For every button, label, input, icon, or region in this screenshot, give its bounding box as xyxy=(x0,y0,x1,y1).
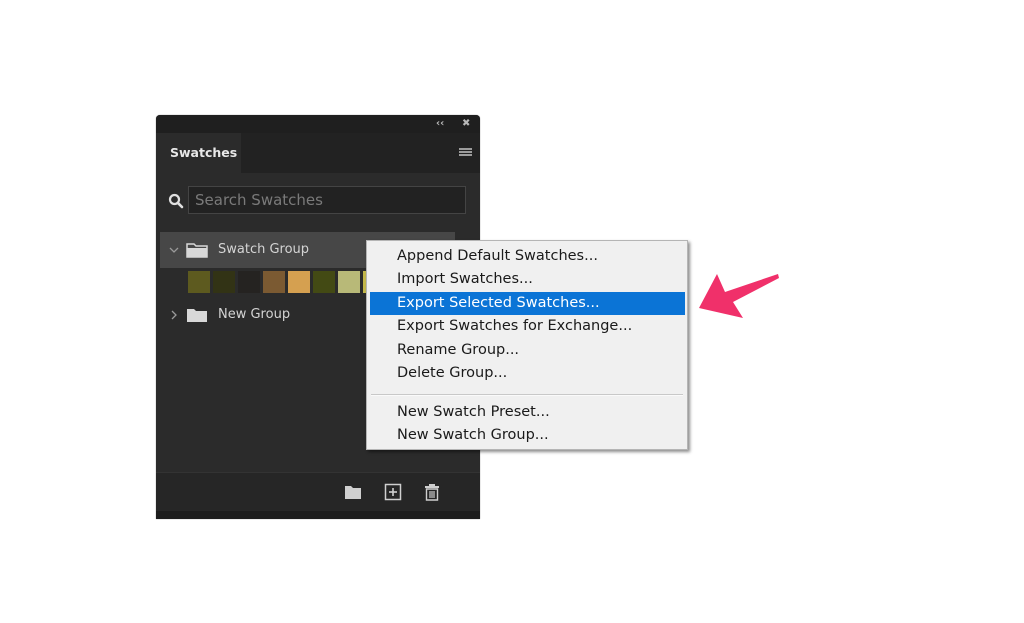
close-icon[interactable]: ✖ xyxy=(462,118,470,130)
menu-item-append-default-swatches[interactable]: Append Default Swatches... xyxy=(370,245,685,268)
swatch-strip xyxy=(188,271,388,293)
menu-separator xyxy=(371,394,683,396)
swatch-2[interactable] xyxy=(238,271,260,293)
new-swatch-icon[interactable] xyxy=(384,483,402,501)
search-input[interactable] xyxy=(189,187,465,213)
context-menu: Append Default Swatches... Import Swatch… xyxy=(366,240,688,450)
tab-swatches[interactable]: Swatches xyxy=(156,133,241,173)
collapse-icon[interactable]: ‹‹ xyxy=(436,118,444,130)
annotation-arrow-icon xyxy=(699,274,779,318)
panel-titlebar: ‹‹ ✖ xyxy=(156,115,480,133)
swatch-6[interactable] xyxy=(338,271,360,293)
panel-tabbar: Swatches xyxy=(156,133,480,173)
group-label: New Group xyxy=(218,307,291,322)
search-icon xyxy=(168,193,184,209)
panel-footer xyxy=(156,472,480,512)
menu-item-export-selected-swatches[interactable]: Export Selected Swatches... xyxy=(370,292,685,315)
menu-item-export-swatches-for-exchange[interactable]: Export Swatches for Exchange... xyxy=(370,315,685,338)
chevron-down-icon[interactable] xyxy=(168,244,180,256)
menu-item-rename-group[interactable]: Rename Group... xyxy=(370,339,685,362)
swatch-5[interactable] xyxy=(313,271,335,293)
folder-icon xyxy=(187,309,207,322)
swatch-0[interactable] xyxy=(188,271,210,293)
menu-item-delete-group[interactable]: Delete Group... xyxy=(370,362,685,385)
panel-menu-icon[interactable] xyxy=(459,148,472,158)
menu-item-new-swatch-group[interactable]: New Swatch Group... xyxy=(370,424,685,447)
chevron-right-icon[interactable] xyxy=(168,309,180,321)
swatch-3[interactable] xyxy=(263,271,285,293)
menu-item-new-swatch-preset[interactable]: New Swatch Preset... xyxy=(370,401,685,424)
group-label: Swatch Group xyxy=(218,242,310,257)
resize-grip[interactable] xyxy=(156,511,480,519)
swatch-1[interactable] xyxy=(213,271,235,293)
folder-icon xyxy=(186,243,208,258)
new-group-icon[interactable] xyxy=(344,483,362,501)
swatch-4[interactable] xyxy=(288,271,310,293)
search-field xyxy=(188,186,466,214)
delete-icon[interactable] xyxy=(423,483,441,501)
menu-item-import-swatches[interactable]: Import Swatches... xyxy=(370,268,685,291)
